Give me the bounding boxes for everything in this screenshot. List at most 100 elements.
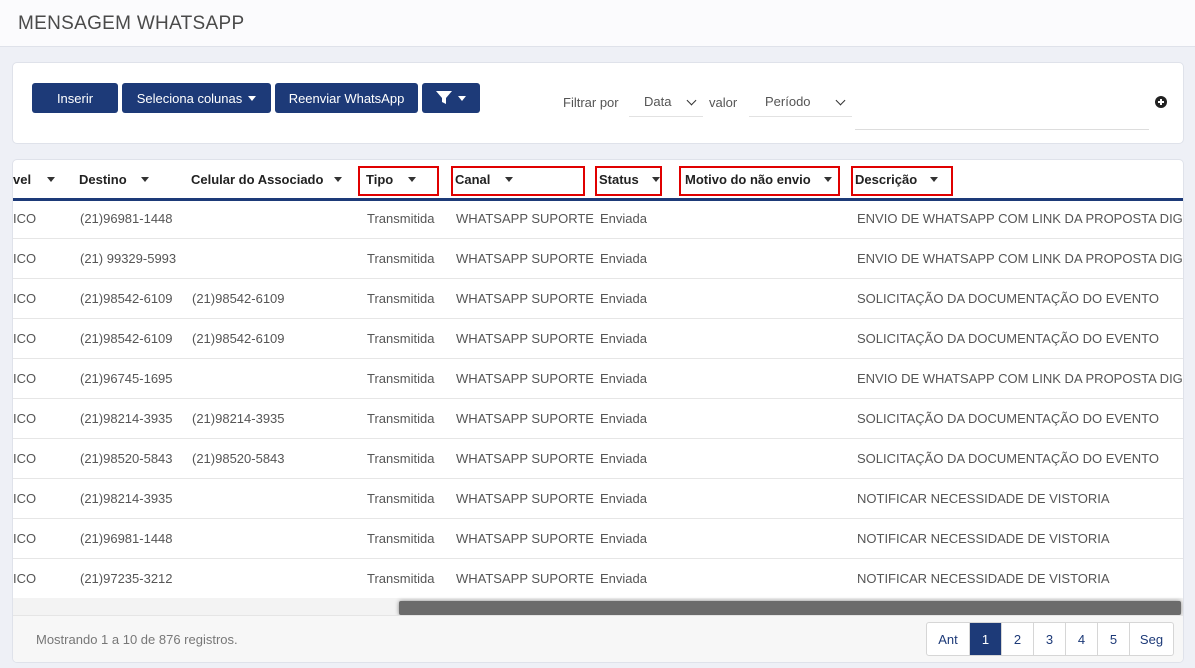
cell-descricao: SOLICITAÇÃO DA DOCUMENTAÇÃO DO EVENTO — [857, 331, 1159, 346]
cell-canal: WHATSAPP SUPORTE — [456, 291, 594, 306]
cell-vel: ICO — [13, 451, 37, 466]
cell-destino: (21)98520-5843 — [80, 451, 173, 466]
cell-vel: ICO — [13, 251, 37, 266]
page-1[interactable]: 1 — [970, 623, 1002, 655]
cell-descricao: NOTIFICAR NECESSIDADE DE VISTORIA — [857, 491, 1110, 506]
page-3[interactable]: 3 — [1034, 623, 1066, 655]
cell-destino: (21) 99329-5993 — [80, 251, 177, 266]
cell-status: Enviada — [600, 251, 647, 266]
cell-vel: ICO — [13, 211, 37, 226]
table-row[interactable]: ICO (21)98520-5843 (21)98520-5843 Transmiti… — [13, 439, 1183, 479]
cell-vel: ICO — [13, 411, 37, 426]
cell-canal: WHATSAPP SUPORTE — [456, 371, 594, 386]
period-select[interactable]: Período — [749, 87, 852, 117]
cell-canal: WHATSAPP SUPORTE — [456, 451, 594, 466]
cell-canal: WHATSAPP SUPORTE — [456, 491, 594, 506]
column-header-vel[interactable]: vel — [13, 172, 31, 187]
cell-descricao: SOLICITAÇÃO DA DOCUMENTAÇÃO DO EVENTO — [857, 411, 1159, 426]
value-label: valor — [709, 95, 738, 110]
cell-vel: ICO — [13, 371, 37, 386]
filter-by-label: Filtrar por — [563, 95, 619, 110]
page-prev[interactable]: Ant — [927, 623, 970, 655]
select-columns-label: Seleciona colunas — [136, 90, 243, 106]
table-row[interactable]: ICO (21)98542-6109 (21)98542-6109 Transmiti… — [13, 319, 1183, 359]
select-columns-button[interactable]: Seleciona colunas — [122, 83, 271, 113]
cell-destino: (21)98214-3935 — [80, 411, 173, 426]
cell-celular: (21)98542-6109 — [192, 291, 285, 306]
sort-icon[interactable] — [141, 177, 149, 182]
cell-destino: (21)96981-1448 — [80, 531, 173, 546]
cell-tipo: Transmitida — [367, 331, 435, 346]
scrollbar-thumb[interactable] — [399, 601, 1181, 615]
cell-celular: (21)98520-5843 — [192, 451, 285, 466]
cell-descricao: ENVIO DE WHATSAPP COM LINK DA PROPOSTA D… — [857, 211, 1184, 226]
page-5[interactable]: 5 — [1098, 623, 1130, 655]
page-title: MENSAGEM WHATSAPP — [18, 13, 245, 34]
page-4[interactable]: 4 — [1066, 623, 1098, 655]
chevron-down-icon — [686, 95, 697, 106]
resend-whatsapp-label: Reenviar WhatsApp — [288, 90, 405, 106]
column-header-destino[interactable]: Destino — [79, 172, 127, 187]
table-row[interactable]: ICO (21)96981-1448 Transmitida WHATSAPP SUP… — [13, 519, 1183, 559]
cell-destino: (21)96981-1448 — [80, 211, 173, 226]
cell-tipo: Transmitida — [367, 251, 435, 266]
table-row[interactable]: ICO (21)98542-6109 (21)98542-6109 Transmiti… — [13, 279, 1183, 319]
records-info: Mostrando 1 a 10 de 876 registros. — [36, 632, 238, 647]
table-row[interactable]: ICO (21)98214-3935 (21)98214-3935 Transmiti… — [13, 399, 1183, 439]
table-row[interactable]: ICO (21)98214-3935 Transmitida WHATSAPP SUP… — [13, 479, 1183, 519]
cell-status: Enviada — [600, 451, 647, 466]
cell-tipo: Transmitida — [367, 211, 435, 226]
insert-button[interactable]: Inserir — [32, 83, 118, 113]
insert-button-label: Inserir — [56, 90, 94, 106]
cell-tipo: Transmitida — [367, 411, 435, 426]
cell-canal: WHATSAPP SUPORTE — [456, 211, 594, 226]
cell-canal: WHATSAPP SUPORTE — [456, 411, 594, 426]
period-value: Período — [765, 94, 811, 109]
table-footer: Mostrando 1 a 10 de 876 registros. Ant 1… — [13, 615, 1183, 662]
cell-tipo: Transmitida — [367, 491, 435, 506]
cell-destino: (21)97235-3212 — [80, 571, 173, 586]
table-row[interactable]: ICO (21)96981-1448 Transmitida WHATSAPP SUP… — [13, 199, 1183, 239]
cell-canal: WHATSAPP SUPORTE — [456, 331, 594, 346]
cell-destino: (21)98542-6109 — [80, 331, 173, 346]
column-header-celular[interactable]: Celular do Associado — [191, 172, 323, 187]
cell-tipo: Transmitida — [367, 371, 435, 386]
filter-field-select[interactable]: Data — [629, 87, 703, 117]
sort-icon[interactable] — [47, 177, 55, 182]
page-next[interactable]: Seg — [1130, 623, 1173, 655]
cell-tipo: Transmitida — [367, 531, 435, 546]
table-header: vel Destino Celular do Associado Tipo Ca… — [13, 160, 1183, 201]
cell-vel: ICO — [13, 531, 37, 546]
highlight-box-tipo — [358, 166, 439, 196]
cell-canal: WHATSAPP SUPORTE — [456, 251, 594, 266]
highlight-box-descricao — [851, 166, 953, 196]
sort-icon[interactable] — [334, 177, 342, 182]
filter-button[interactable] — [422, 83, 480, 113]
cell-tipo: Transmitida — [367, 451, 435, 466]
add-circle-icon[interactable] — [1155, 96, 1167, 108]
highlight-box-canal — [451, 166, 585, 196]
cell-destino: (21)96745-1695 — [80, 371, 173, 386]
cell-descricao: NOTIFICAR NECESSIDADE DE VISTORIA — [857, 571, 1110, 586]
filter-icon — [436, 91, 452, 104]
table-row[interactable]: ICO (21)96745-1695 Transmitida WHATSAPP SUP… — [13, 359, 1183, 399]
resend-whatsapp-button[interactable]: Reenviar WhatsApp — [275, 83, 418, 113]
pagination: Ant 1 2 3 4 5 Seg — [926, 622, 1174, 656]
table-row[interactable]: ICO (21)97235-3212 Transmitida WHATSAPP SUP… — [13, 559, 1183, 599]
cell-canal: WHATSAPP SUPORTE — [456, 531, 594, 546]
cell-status: Enviada — [600, 491, 647, 506]
caret-down-icon — [458, 95, 466, 101]
cell-status: Enviada — [600, 571, 647, 586]
cell-status: Enviada — [600, 291, 647, 306]
filter-field-value: Data — [644, 94, 672, 109]
page-2[interactable]: 2 — [1002, 623, 1034, 655]
filter-value-input[interactable] — [855, 95, 1149, 130]
cell-tipo: Transmitida — [367, 571, 435, 586]
cell-status: Enviada — [600, 331, 647, 346]
table-row[interactable]: ICO (21) 99329-5993 Transmitida WHATSAPP SU… — [13, 239, 1183, 279]
cell-vel: ICO — [13, 291, 37, 306]
cell-canal: WHATSAPP SUPORTE — [456, 571, 594, 586]
cell-status: Enviada — [600, 371, 647, 386]
cell-descricao: SOLICITAÇÃO DA DOCUMENTAÇÃO DO EVENTO — [857, 291, 1159, 306]
cell-descricao: ENVIO DE WHATSAPP COM LINK DA PROPOSTA D… — [857, 251, 1184, 266]
